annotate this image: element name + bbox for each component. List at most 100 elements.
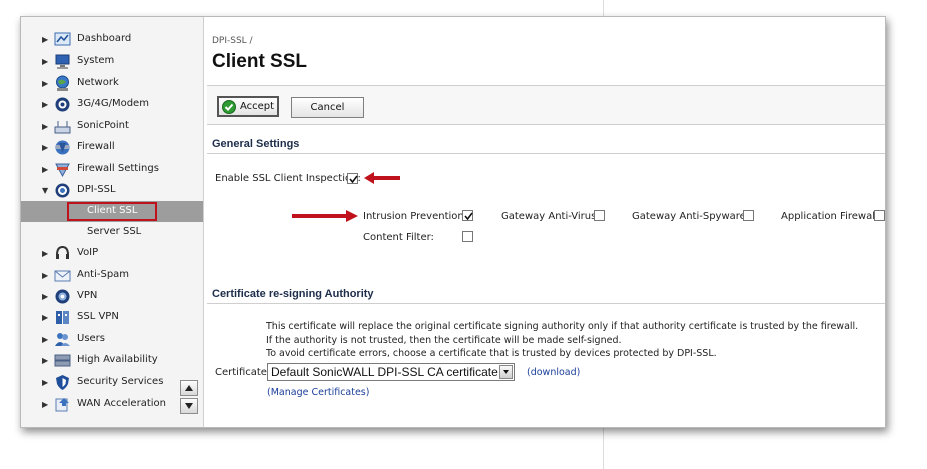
certificate-note-line: This certificate will replace the origin… bbox=[266, 321, 859, 332]
enable-ssl-inspection-label: Enable SSL Client Inspection: bbox=[215, 173, 361, 184]
section-heading-general: General Settings bbox=[212, 138, 300, 150]
certificate-note-line: If the authority is not trusted, then th… bbox=[266, 335, 622, 346]
anti-spam-icon bbox=[54, 267, 71, 284]
sidebar-item-label: Firewall Settings bbox=[77, 163, 159, 174]
cancel-button[interactable]: Cancel bbox=[291, 97, 364, 118]
sidebar-subitem-label: Server SSL bbox=[87, 226, 142, 237]
sidebar-subitem-server-ssl[interactable]: Server SSL bbox=[21, 222, 203, 243]
vpn-icon bbox=[54, 288, 71, 305]
expand-arrow-icon: ▶ bbox=[42, 35, 49, 44]
scroll-up-button[interactable] bbox=[180, 380, 198, 396]
expand-arrow-icon: ▶ bbox=[42, 143, 49, 152]
sidebar-item-security-services[interactable]: ▶ Security Services bbox=[21, 373, 203, 394]
sidebar-item-label: VoIP bbox=[77, 247, 99, 258]
application-firewall-label: Application Firewall: bbox=[781, 211, 882, 222]
cancel-label: Cancel bbox=[310, 102, 345, 113]
expand-arrow-icon: ▶ bbox=[42, 122, 49, 131]
sidebar-item-label: System bbox=[77, 55, 115, 66]
sidebar-item-wan-acceleration[interactable]: ▶ WAN Acceleration bbox=[21, 395, 203, 416]
sidebar: ▶ Dashboard ▶ System ▶ Network ▶ 3G/4G/M… bbox=[21, 17, 204, 427]
gateway-anti-spyware-label: Gateway Anti-Spyware: bbox=[632, 211, 750, 222]
expand-arrow-icon: ▶ bbox=[42, 335, 49, 344]
section-heading-certificate: Certificate re-signing Authority bbox=[212, 288, 374, 300]
users-icon bbox=[54, 331, 71, 348]
divider bbox=[207, 303, 885, 304]
scroll-down-arrow-icon bbox=[185, 403, 193, 409]
sidebar-subitem-client-ssl[interactable]: Client SSL bbox=[21, 201, 203, 222]
content-filter-checkbox[interactable] bbox=[462, 231, 473, 242]
app-window: ▶ Dashboard ▶ System ▶ Network ▶ 3G/4G/M… bbox=[20, 16, 886, 428]
access-point-icon bbox=[54, 118, 71, 135]
breadcrumb[interactable]: DPI-SSL / bbox=[212, 36, 253, 46]
expand-arrow-icon: ▶ bbox=[42, 249, 49, 258]
dpi-ssl-icon bbox=[54, 182, 71, 199]
wan-acceleration-icon bbox=[54, 396, 71, 413]
certificate-select[interactable]: Default SonicWALL DPI-SSL CA certificate bbox=[267, 363, 515, 381]
sidebar-item-firewall-settings[interactable]: ▶ Firewall Settings bbox=[21, 160, 203, 181]
expand-arrow-icon: ▶ bbox=[42, 57, 49, 66]
sidebar-item-sonicpoint[interactable]: ▶ SonicPoint bbox=[21, 117, 203, 138]
gateway-anti-spyware-checkbox[interactable] bbox=[743, 210, 754, 221]
expand-arrow-icon: ▶ bbox=[42, 378, 49, 387]
network-globe-icon bbox=[54, 75, 71, 92]
dashboard-icon bbox=[54, 31, 71, 48]
sidebar-subitem-label: Client SSL bbox=[87, 205, 138, 216]
sidebar-item-label: Anti-Spam bbox=[77, 269, 130, 280]
sidebar-item-dpi-ssl[interactable]: ▼ DPI-SSL bbox=[21, 181, 203, 202]
download-link[interactable]: (download) bbox=[527, 367, 580, 378]
scroll-up-arrow-icon bbox=[185, 385, 193, 391]
sidebar-item-users[interactable]: ▶ Users bbox=[21, 330, 203, 351]
red-arrow-right-icon bbox=[292, 210, 358, 222]
sidebar-item-dashboard[interactable]: ▶ Dashboard bbox=[21, 30, 203, 51]
expand-arrow-icon: ▶ bbox=[42, 165, 49, 174]
gateway-anti-virus-checkbox[interactable] bbox=[594, 210, 605, 221]
sidebar-item-label: 3G/4G/Modem bbox=[77, 98, 149, 109]
sidebar-item-ssl-vpn[interactable]: ▶ SSL VPN bbox=[21, 308, 203, 329]
expand-arrow-icon: ▶ bbox=[42, 400, 49, 409]
sidebar-item-label: SSL VPN bbox=[77, 311, 119, 322]
firewall-icon bbox=[54, 139, 71, 156]
system-monitor-icon bbox=[54, 53, 71, 70]
sidebar-item-firewall[interactable]: ▶ Firewall bbox=[21, 138, 203, 159]
sidebar-item-label: Dashboard bbox=[77, 33, 132, 44]
divider bbox=[207, 153, 885, 154]
sidebar-item-network[interactable]: ▶ Network bbox=[21, 74, 203, 95]
expand-arrow-icon: ▶ bbox=[42, 356, 49, 365]
sidebar-item-label: Network bbox=[77, 77, 119, 88]
check-icon bbox=[349, 175, 358, 184]
intrusion-prevention-label: Intrusion Prevention: bbox=[363, 211, 468, 222]
sidebar-item-voip[interactable]: ▶ VoIP bbox=[21, 244, 203, 265]
expand-arrow-icon: ▶ bbox=[42, 292, 49, 301]
toolbar: Accept Cancel bbox=[207, 86, 885, 125]
sidebar-item-modem[interactable]: ▶ 3G/4G/Modem bbox=[21, 95, 203, 116]
dropdown-arrow-button[interactable] bbox=[499, 365, 513, 379]
sidebar-item-label: Security Services bbox=[77, 376, 164, 387]
high-availability-icon bbox=[54, 352, 71, 369]
expand-arrow-icon: ▶ bbox=[42, 79, 49, 88]
accept-button[interactable]: Accept bbox=[217, 96, 279, 117]
content-filter-label: Content Filter: bbox=[363, 232, 434, 243]
checkmark-circle-icon bbox=[221, 99, 236, 114]
sidebar-item-label: Users bbox=[77, 333, 106, 344]
scroll-down-button[interactable] bbox=[180, 398, 198, 414]
firewall-settings-icon bbox=[54, 161, 71, 178]
chevron-down-icon bbox=[503, 370, 509, 374]
modem-icon bbox=[54, 96, 71, 113]
sidebar-item-label: SonicPoint bbox=[77, 120, 129, 131]
sidebar-item-system[interactable]: ▶ System bbox=[21, 52, 203, 73]
enable-ssl-inspection-checkbox[interactable] bbox=[347, 173, 358, 184]
check-icon bbox=[464, 212, 473, 221]
sidebar-item-label: WAN Acceleration bbox=[77, 398, 166, 409]
intrusion-prevention-checkbox[interactable] bbox=[462, 210, 473, 221]
sidebar-item-label: VPN bbox=[77, 290, 98, 301]
accept-label: Accept bbox=[239, 101, 275, 112]
sidebar-item-anti-spam[interactable]: ▶ Anti-Spam bbox=[21, 266, 203, 287]
certificate-note-line: To avoid certificate errors, choose a ce… bbox=[266, 348, 717, 359]
manage-certificates-link[interactable]: (Manage Certificates) bbox=[267, 387, 369, 398]
application-firewall-checkbox[interactable] bbox=[874, 210, 885, 221]
sidebar-item-vpn[interactable]: ▶ VPN bbox=[21, 287, 203, 308]
sidebar-item-high-availability[interactable]: ▶ High Availability bbox=[21, 351, 203, 372]
expand-arrow-icon: ▶ bbox=[42, 271, 49, 280]
sidebar-item-label: DPI-SSL bbox=[77, 184, 116, 195]
page-title: Client SSL bbox=[212, 51, 308, 72]
